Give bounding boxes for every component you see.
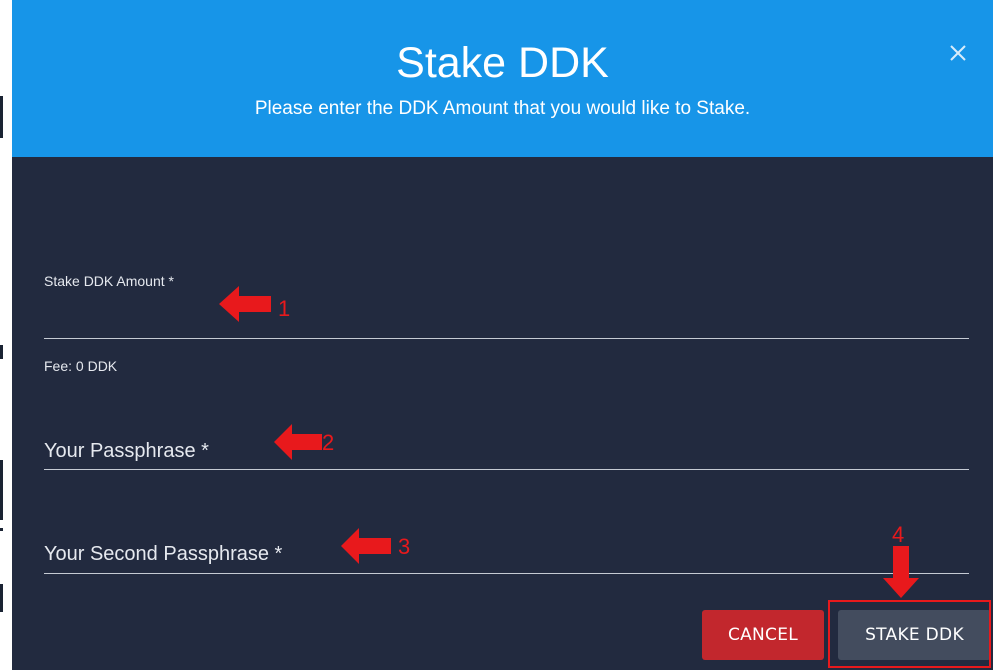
- background-mark: [0, 96, 3, 138]
- passphrase-input[interactable]: [44, 436, 969, 466]
- stake-ddk-button[interactable]: STAKE DDK: [838, 610, 991, 660]
- cancel-button[interactable]: CANCEL: [702, 610, 824, 660]
- dialog-subtitle: Please enter the DDK Amount that you wou…: [254, 98, 751, 119]
- dialog-title: Stake DDK: [396, 39, 609, 87]
- background-page-edge: [0, 0, 12, 670]
- fee-text: Fee: 0 DDK: [44, 358, 118, 374]
- annotation-arrow-left-icon: [341, 528, 391, 564]
- annotation-arrow-down-icon: [883, 546, 919, 598]
- passphrase-underline: [44, 469, 969, 470]
- annotation-arrow-left-icon: [219, 286, 271, 322]
- amount-underline: [44, 338, 969, 339]
- screen: Stake DDK Please enter the DDK Amount th…: [0, 0, 993, 670]
- background-mark: [0, 460, 3, 520]
- background-mark: [0, 528, 3, 531]
- background-mark: [0, 345, 3, 359]
- annotation-number: 1: [278, 296, 291, 321]
- annotation-number: 2: [322, 430, 335, 455]
- annotation-number: 3: [398, 534, 411, 559]
- close-button[interactable]: [943, 38, 973, 68]
- amount-input[interactable]: [44, 305, 969, 333]
- annotation-number: 4: [892, 522, 905, 547]
- amount-label: Stake DDK Amount *: [44, 273, 174, 289]
- second-passphrase-input[interactable]: [44, 539, 969, 569]
- background-mark: [0, 584, 3, 612]
- dialog-header: Stake DDK Please enter the DDK Amount th…: [12, 0, 993, 157]
- annotation-arrow-left-icon: [274, 424, 322, 460]
- close-icon: [950, 45, 966, 61]
- stake-dialog: Stake DDK Please enter the DDK Amount th…: [12, 0, 993, 670]
- second-passphrase-underline: [44, 573, 969, 574]
